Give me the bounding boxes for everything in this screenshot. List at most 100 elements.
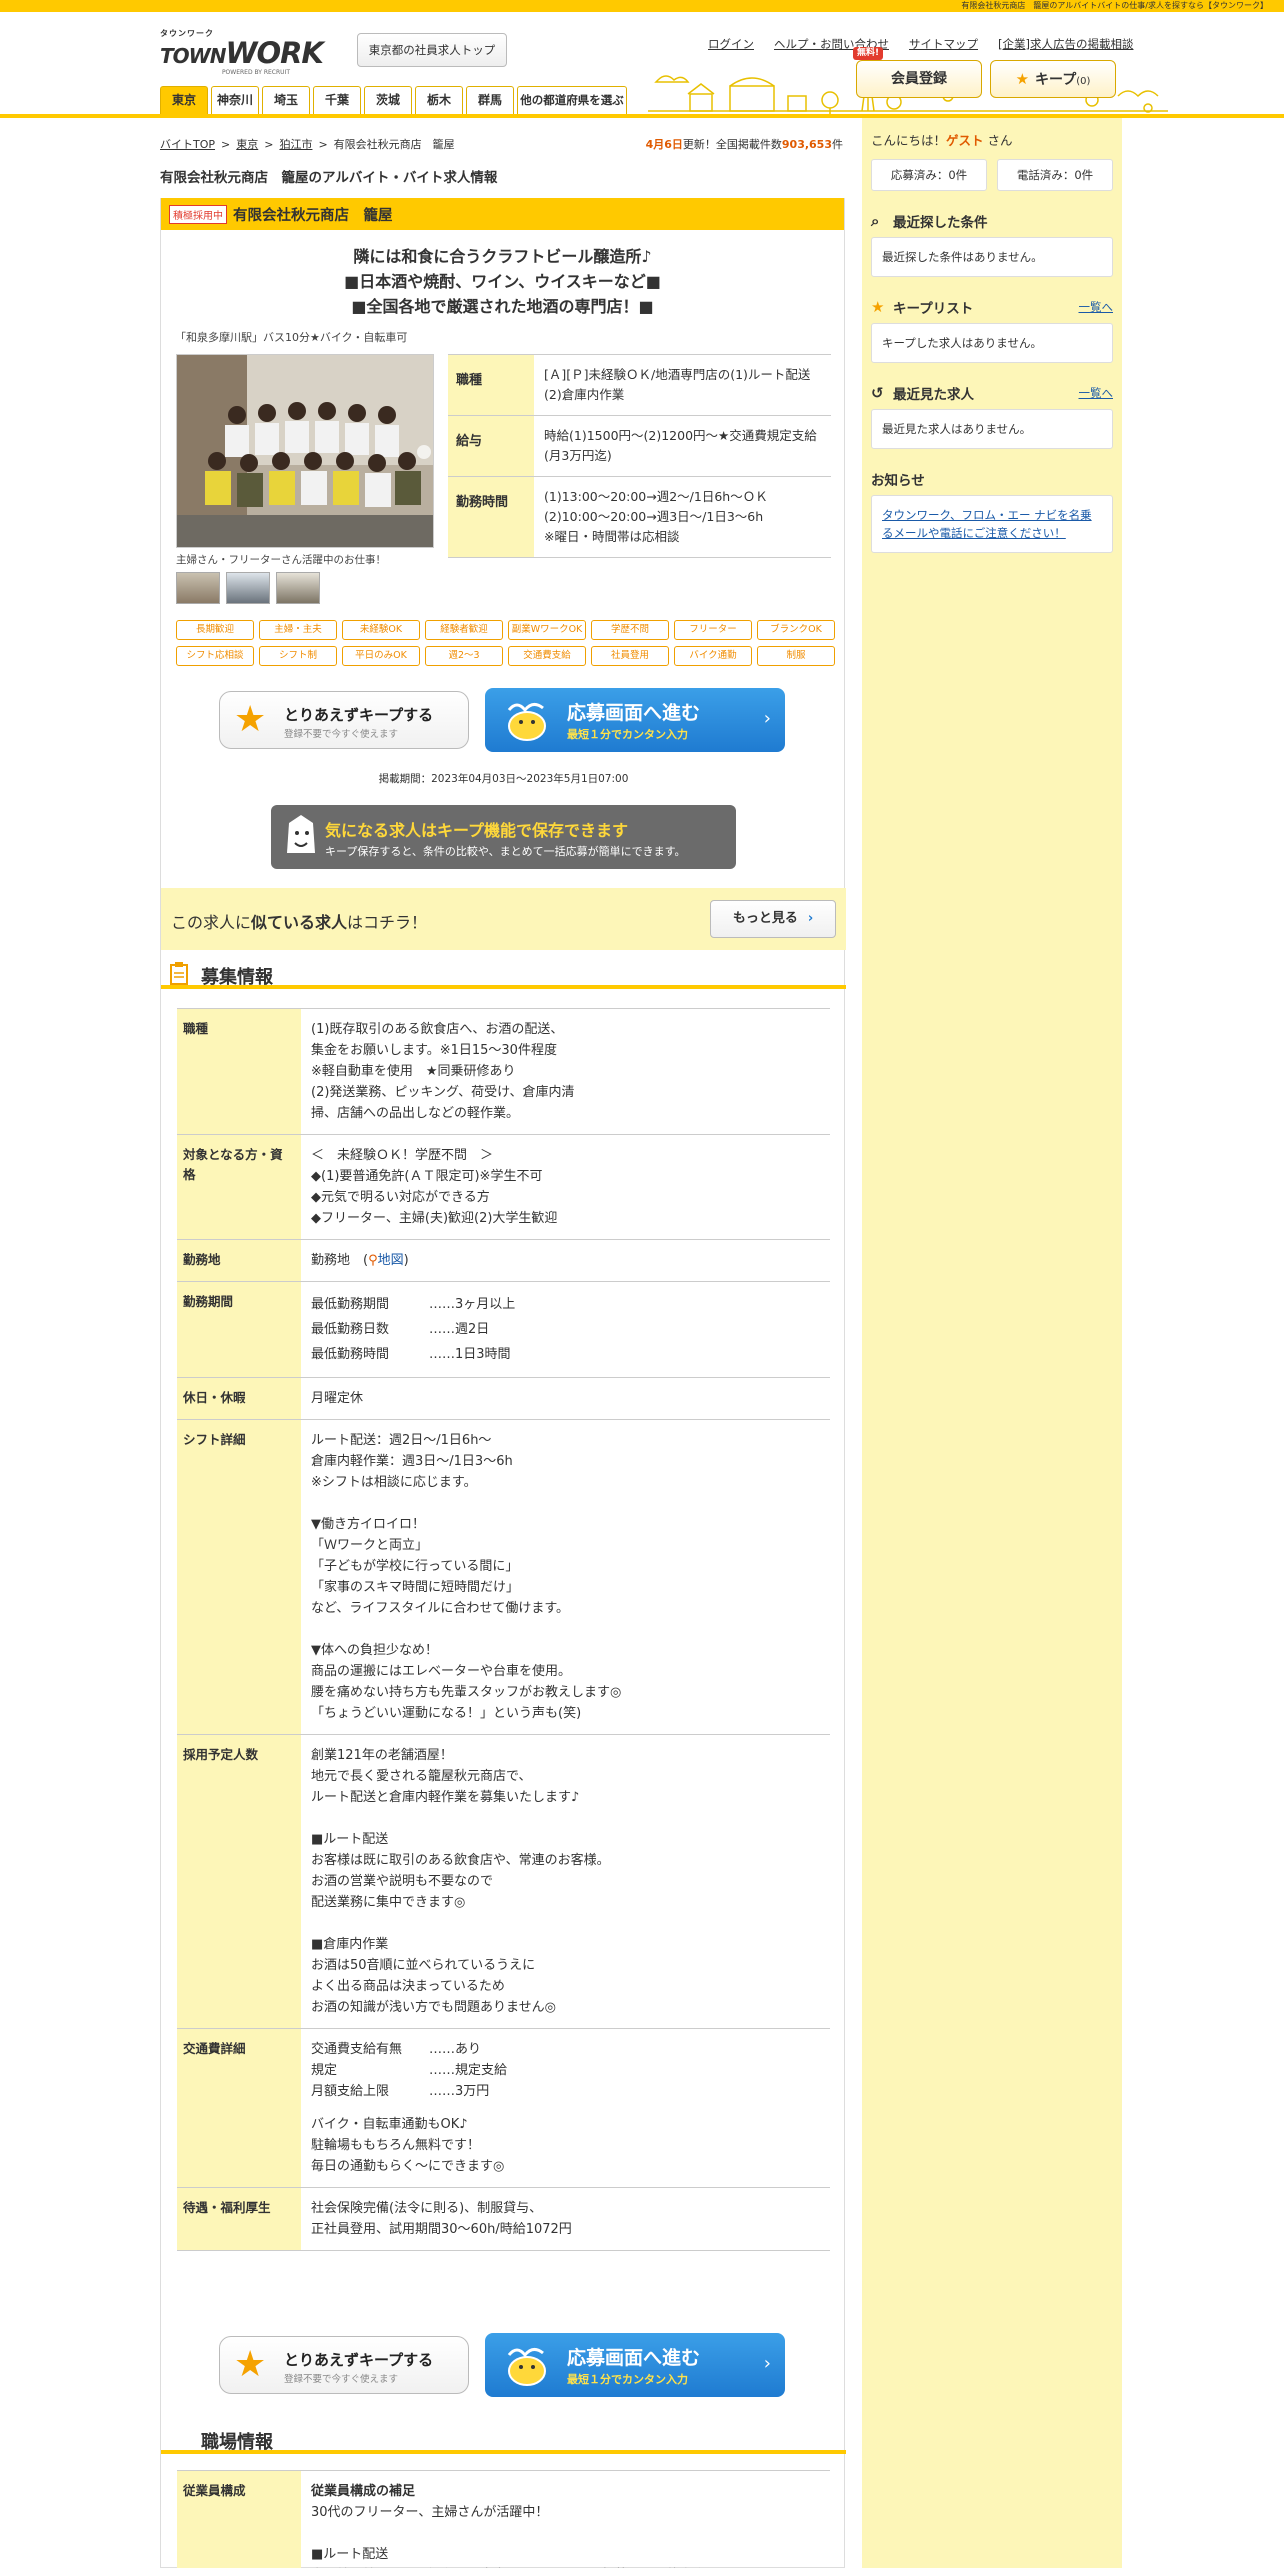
workplace-value: 従業員構成の補足 30代のフリーター、主婦さんが活躍中！ ■ルート配送 京王線沿線… [301,2471,830,2568]
feature-tag: 未経験OK [342,620,420,640]
keep-job-button[interactable]: ★ とりあえずキープする 登録不要で今すぐ使えます [219,691,469,749]
summary-table: 職種 [Ａ][Ｐ]未経験ＯＫ/地酒専門店の(1)ルート配送(2)倉庫内作業 給与時… [448,354,831,558]
job-card: 積極採用中 有限会社秋元商店 籠屋 隣には和食に合うクラフトビール醸造所♪ ■日… [160,198,846,2568]
greeting: こんにちは！ゲスト さん [871,130,1113,149]
tab-tochigi[interactable]: 栃木 [415,86,463,114]
recruit-value: 交通費支給有無 ……あり 規定 ……規定支給 月額支給上限 ……3万円 バイク・自転車… [301,2029,830,2187]
guest-name: ゲスト [946,133,984,148]
workplace-subhead: 従業員構成の補足 [311,2484,416,2499]
transport-key: 月額支給上限 [311,2084,390,2099]
recruit-key: 採用予定人数 [177,1735,301,2028]
map-link[interactable]: 地図 [378,1253,404,1268]
tab-ibaraki[interactable]: 茨城 [364,86,412,114]
recent-search-header: ⌕ 最近探した条件 [871,211,1113,231]
recruit-row: 採用予定人数 創業121年の老舗酒屋！ 地元で長く愛される籠屋秋元商店で、 ルート… [177,1735,830,2029]
summary-key: 職種 [448,355,534,415]
notice-box: タウンワーク、フロム・エー ナビを名乗るメールや電話にご注意ください！ [871,495,1113,553]
staff-photo[interactable] [176,354,434,548]
townwork-logo[interactable]: タウンワーク TOWNWORK POWERED BY RECRUIT [160,28,324,76]
active-hiring-badge: 積極採用中 [169,204,227,224]
apply-sublabel: 最短１分でカンタン入力 [567,728,688,741]
tab-other-prefecture[interactable]: 他の都道府県を選ぶ [517,86,627,114]
breadcrumb-baito-top[interactable]: バイトTOP [160,138,215,151]
recruit-row: 対象となる方・資格＜ 未経験ＯＫ！学歴不問 ＞ ◆(1)要普通免許(ＡＴ限定可)… [177,1135,830,1240]
tab-kanagawa[interactable]: 神奈川 [211,86,259,114]
feature-tag: 学歴不問 [591,620,669,640]
breadcrumb-tokyo[interactable]: 東京 [236,138,258,151]
recruit-row: 交通費詳細 交通費支給有無 ……あり 規定 ……規定支給 月額支給上限 ……3万円 バ… [177,2029,830,2188]
apply-button[interactable]: 応募画面へ進む 最短１分でカンタン入力 › [485,688,785,752]
summary-value: 時給(1)1500円～(2)1200円～★交通費規定支給(月3万円迄) [544,428,817,463]
transport-value: ……あり [429,2042,482,2057]
summary-key: 勤務時間 [448,477,534,557]
similar-jobs-text: この求人に似ている求人はコチラ！ [171,909,427,933]
recruit-key: 対象となる方・資格 [177,1135,301,1239]
similar-jobs-bar: この求人に似ている求人はコチラ！ もっと見る › [161,888,846,950]
location-close: ) [403,1253,409,1268]
feature-tag: 交通費支給 [508,646,586,666]
recruit-row: 職種 (1)既存取引のある飲食店へ、お酒の配送、 集金をお願いします。※1日15～… [177,1009,830,1135]
recent-view-link[interactable]: 一覧へ [1079,385,1114,401]
workplace-section-header: 職場情報 [161,2426,846,2454]
transport-value: ……規定支給 [429,2063,508,2078]
keep-feature-banner[interactable]: 気になる求人はキープ機能で保存できます キープ保存すると、条件の比較や、まとめて… [271,805,736,869]
keep-list-link[interactable]: 一覧へ [1079,299,1114,315]
greet-pre: こんにちは！ [871,133,947,148]
recruit-value: ＜ 未経験ＯＫ！学歴不問 ＞ ◆(1)要普通免許(ＡＴ限定可)※学生不可 ◆元気… [311,1148,558,1226]
recruit-value: (1)既存取引のある飲食店へ、お酒の配送、 集金をお願いします。※1日15～30… [311,1022,575,1121]
greet-post: さん [987,133,1013,148]
apply-button[interactable]: 応募画面へ進む 最短１分でカンタン入力 › [485,2333,785,2397]
keep-job-button[interactable]: ★ とりあえずキープする 登録不要で今すぐ使えます [219,2336,469,2394]
recruit-row: 待遇・福利厚生 社会保険完備(法令に則る)、制服貸与、 正社員登用、試用期間30～… [177,2188,830,2251]
applied-count[interactable]: 応募済み：0件 [871,159,987,191]
period-key: 最低勤務期間 [311,1297,390,1312]
map-pin-icon: ⚲ [368,1253,378,1268]
login-link[interactable]: ログイン [708,36,754,52]
thumbnail[interactable] [276,572,320,604]
feature-tag: シフト応相談 [176,646,254,666]
top-links: ログイン ヘルプ・お問い合わせ サイトマップ [企業]求人広告の掲載相談 [708,36,1133,52]
recruit-key: 勤務期間 [177,1282,301,1377]
catch-line: ■日本酒や焼酎、ワイン、ウイスキーなど■ [344,272,661,291]
free-badge: 無料! [853,47,884,60]
summary-value: [Ａ][Ｐ]未経験ＯＫ/地酒専門店の(1)ルート配送(2)倉庫内作業 [544,367,811,402]
similar-pre: この求人に [171,913,252,932]
called-count[interactable]: 電話済み：0件 [997,159,1113,191]
recruit-key: 職種 [177,1009,301,1134]
summary-row: 職種 [Ａ][Ｐ]未経験ＯＫ/地酒専門店の(1)ルート配送(2)倉庫内作業 [448,355,831,416]
keep-job-label: とりあえずキープする [284,706,434,724]
recruit-value: 勤務地 (⚲地図) [301,1240,830,1281]
similar-bold: 似ている求人 [251,913,348,932]
sidebar: こんにちは！ゲスト さん 応募済み：0件 電話済み：0件 ⌕ 最近探した条件 最近… [862,118,1122,2568]
thumbnail[interactable] [176,572,220,604]
ad-inquiry-link[interactable]: [企業]求人広告の掲載相談 [998,36,1133,52]
tab-saitama[interactable]: 埼玉 [262,86,310,114]
star-icon: ★ [234,699,267,740]
keep-list-box: キープした求人はありません。 [871,323,1113,363]
thumbnail[interactable] [226,572,270,604]
company-name: 有限会社秋元商店 籠屋 [233,207,393,224]
tab-tokyo[interactable]: 東京 [160,86,208,114]
feature-tag: 長期歓迎 [176,620,254,640]
notice-link[interactable]: タウンワーク、フロム・エー ナビを名乗るメールや電話にご注意ください！ [882,508,1092,540]
notice-title: お知らせ [871,473,925,489]
tokyo-top-button[interactable]: 東京都の社員求人トップ [357,33,507,67]
recent-view-header: ↺ 最近見た求人 一覧へ [871,383,1113,403]
sitemap-link[interactable]: サイトマップ [909,36,978,52]
recruit-value: ルート配送：週2日～/1日6h～ 倉庫内軽作業：週3日～/1日3～6h ※シフト… [311,1433,622,1721]
recruit-value: 月曜定休 [311,1391,364,1406]
recruit-key: 勤務地 [177,1240,301,1281]
listing-count: 903,653 [781,138,832,151]
breadcrumb-komae[interactable]: 狛江市 [279,138,312,151]
keep-banner-title: 気になる求人はキープ機能で保存できます [325,821,629,840]
see-more-button[interactable]: もっと見る › [710,900,836,938]
recruit-row: 休日・休暇 月曜定休 [177,1378,830,1420]
tab-gunma[interactable]: 群馬 [466,86,514,114]
workplace-section-title: 職場情報 [201,2432,273,2453]
location-label: 勤務地 ( [311,1253,369,1268]
feature-tag: 制服 [757,646,835,666]
listing-unit: 件 [832,138,843,151]
period-key: 最低勤務日数 [311,1322,390,1337]
summary-row: 勤務時間 (1)13:00～20:00→週2～/1日6h～ＯＫ (2)10:00～… [448,477,831,558]
tab-chiba[interactable]: 千葉 [313,86,361,114]
